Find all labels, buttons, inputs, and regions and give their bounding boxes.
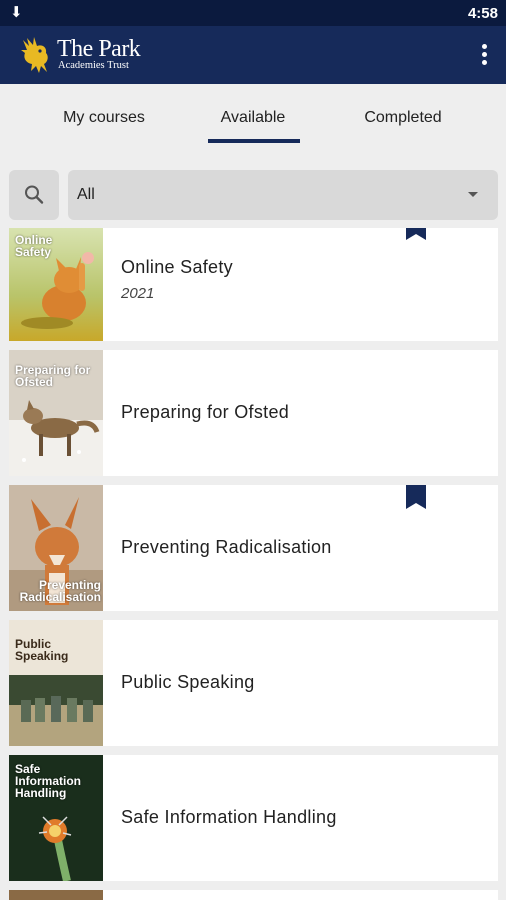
bookmark-icon[interactable] [406, 228, 426, 240]
course-title: Preventing Radicalisation [121, 537, 332, 557]
griffin-logo-icon [21, 37, 48, 73]
status-time: 4:58 [467, 5, 498, 22]
course-thumbnail: Public Speaking [9, 620, 103, 746]
thumb-label: Online Safety [15, 233, 53, 259]
brand-title: The Park [57, 36, 141, 62]
course-thumbnail [9, 890, 103, 900]
more-vert-icon[interactable] [474, 42, 494, 68]
thumb-label: Public Speaking [15, 637, 69, 663]
course-thumbnail: Preventing Radicalisation [9, 485, 103, 611]
thumb-label: Preparing for Ofsted [15, 363, 91, 389]
course-thumbnail: Online Safety [9, 228, 103, 341]
brand-subtitle: Academies Trust [58, 60, 129, 71]
tab-completed[interactable]: Completed [350, 109, 456, 127]
thumb-label: Preventing Radicalisation [19, 578, 101, 604]
course-title: Safe Information Handling [121, 807, 337, 827]
course-year: 2021 [121, 285, 155, 302]
dropdown-value: All [77, 186, 95, 203]
tab-available[interactable]: Available [204, 109, 302, 127]
search-button[interactable] [9, 170, 59, 220]
course-card-preventing-radicalisation[interactable]: Preventing Radicalisation Preventing Rad… [9, 485, 498, 611]
course-card-online-safety[interactable]: Online Safety Online Safety 2021 [9, 228, 498, 341]
bookmark-icon[interactable] [406, 485, 426, 509]
course-thumbnail: Safe Information Handling [9, 755, 103, 881]
tab-my-courses[interactable]: My courses [50, 109, 158, 127]
status-bar: ⬇ 4:58 [0, 0, 506, 26]
course-title: Public Speaking [121, 672, 255, 692]
download-icon: ⬇ [10, 3, 23, 21]
course-card-public-speaking[interactable]: Public Speaking Public Speaking [9, 620, 498, 746]
course-title: Online Safety [121, 257, 233, 277]
course-thumbnail: Preparing for Ofsted [9, 350, 103, 476]
course-title: Preparing for Ofsted [121, 402, 290, 422]
search-icon [25, 185, 44, 204]
course-card-preparing-for-ofsted[interactable]: Preparing for Ofsted Preparing for Ofste… [9, 350, 498, 476]
course-card-safe-information-handling[interactable]: Safe Information Handling Safe Informati… [9, 755, 498, 881]
app-bar: The Park Academies Trust [0, 26, 506, 84]
tab-bar: My courses Available Completed [0, 84, 506, 146]
course-list: Online Safety Online Safety 2021 Prepari… [0, 228, 506, 900]
category-dropdown[interactable]: All [68, 170, 498, 220]
chevron-down-icon [468, 192, 478, 197]
tab-indicator [208, 139, 300, 143]
course-card-partial[interactable] [9, 890, 498, 900]
thumb-label: Safe Information Handling [15, 762, 81, 800]
